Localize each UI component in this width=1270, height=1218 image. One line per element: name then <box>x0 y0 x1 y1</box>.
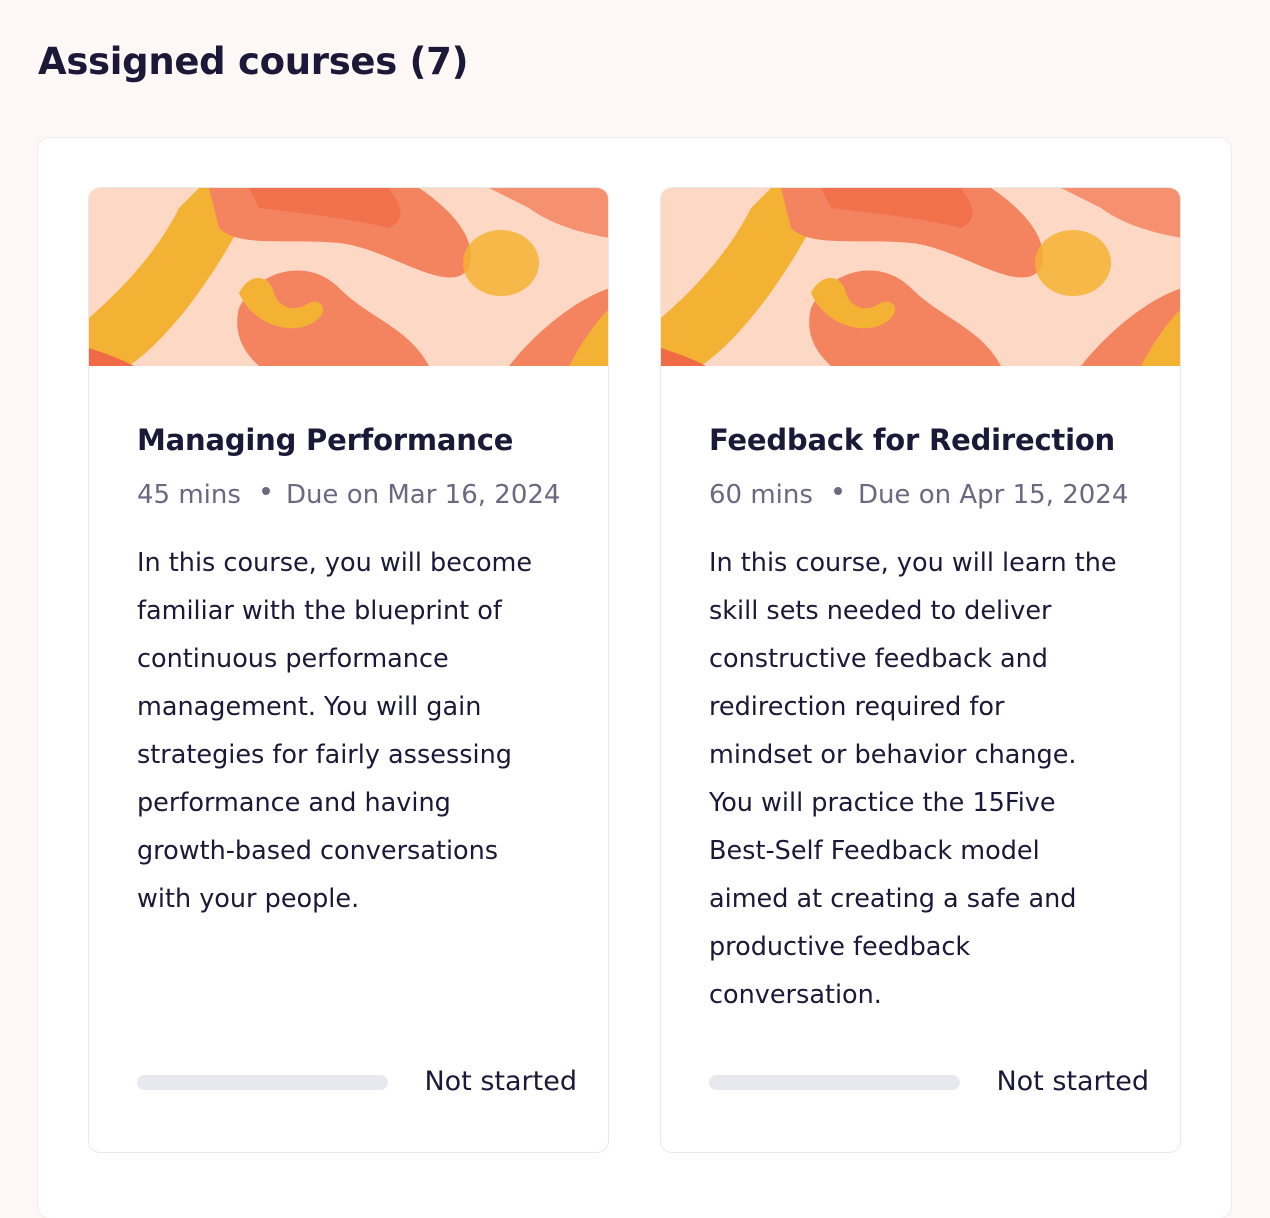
course-description-line: In this course, you will become <box>137 548 533 578</box>
course-description-line: skill sets needed to deliver <box>709 596 1052 626</box>
course-card-feedback-for-redirection[interactable]: Feedback for Redirection 60 mins Due on … <box>660 187 1181 1153</box>
course-description-line: with your people. <box>137 884 360 914</box>
course-description-line: mindset or behavior change. <box>709 740 1077 770</box>
course-description-line: growth-based conversations <box>137 836 499 866</box>
course-description-line: In this course, you will learn the <box>709 548 1117 578</box>
progress-bar <box>709 1075 960 1090</box>
course-description-line: continuous performance <box>137 644 449 674</box>
course-description-line: strategies for fairly assessing <box>137 740 512 770</box>
course-card-managing-performance[interactable]: Managing Performance 45 mins Due on Mar … <box>88 187 609 1153</box>
progress-bar <box>137 1075 388 1090</box>
course-description-line: management. You will gain <box>137 692 482 722</box>
course-banner-image <box>89 188 608 366</box>
course-description-line: familiar with the blueprint of <box>137 596 502 626</box>
course-description-line: constructive feedback and <box>709 644 1048 674</box>
course-progress: Not started <box>137 1066 577 1097</box>
page-title: Assigned courses (7) <box>38 40 469 83</box>
progress-status: Not started <box>424 1066 577 1097</box>
course-title[interactable]: Managing Performance <box>137 406 577 474</box>
course-duration: 60 mins <box>709 480 813 510</box>
progress-status: Not started <box>996 1066 1149 1097</box>
course-due-date: Due on Mar 16, 2024 <box>285 480 561 510</box>
course-description-line: aimed at creating a safe and <box>709 884 1077 914</box>
course-meta: 60 mins Due on Apr 15, 2024 <box>709 475 1149 515</box>
course-banner-image <box>661 188 1180 366</box>
course-description-line: productive feedback <box>709 932 971 962</box>
separator-dot-icon <box>833 487 842 495</box>
course-duration: 45 mins <box>137 480 241 510</box>
course-description-line: performance and having <box>137 788 451 818</box>
course-meta: 45 mins Due on Mar 16, 2024 <box>137 475 577 515</box>
course-description: In this course, you will learn the skill… <box>709 539 1149 1019</box>
course-due-date: Due on Apr 15, 2024 <box>857 480 1129 510</box>
course-description-line: redirection required for <box>709 692 1005 722</box>
course-title[interactable]: Feedback for Redirection <box>709 406 1149 474</box>
separator-dot-icon <box>261 487 270 495</box>
course-description-line: Best-Self Feedback model <box>709 836 1040 866</box>
course-description-line: You will practice the 15Five <box>709 788 1056 818</box>
course-description: In this course, you will become familiar… <box>137 539 577 923</box>
course-description-line: conversation. <box>709 980 882 1010</box>
course-progress: Not started <box>709 1066 1149 1097</box>
